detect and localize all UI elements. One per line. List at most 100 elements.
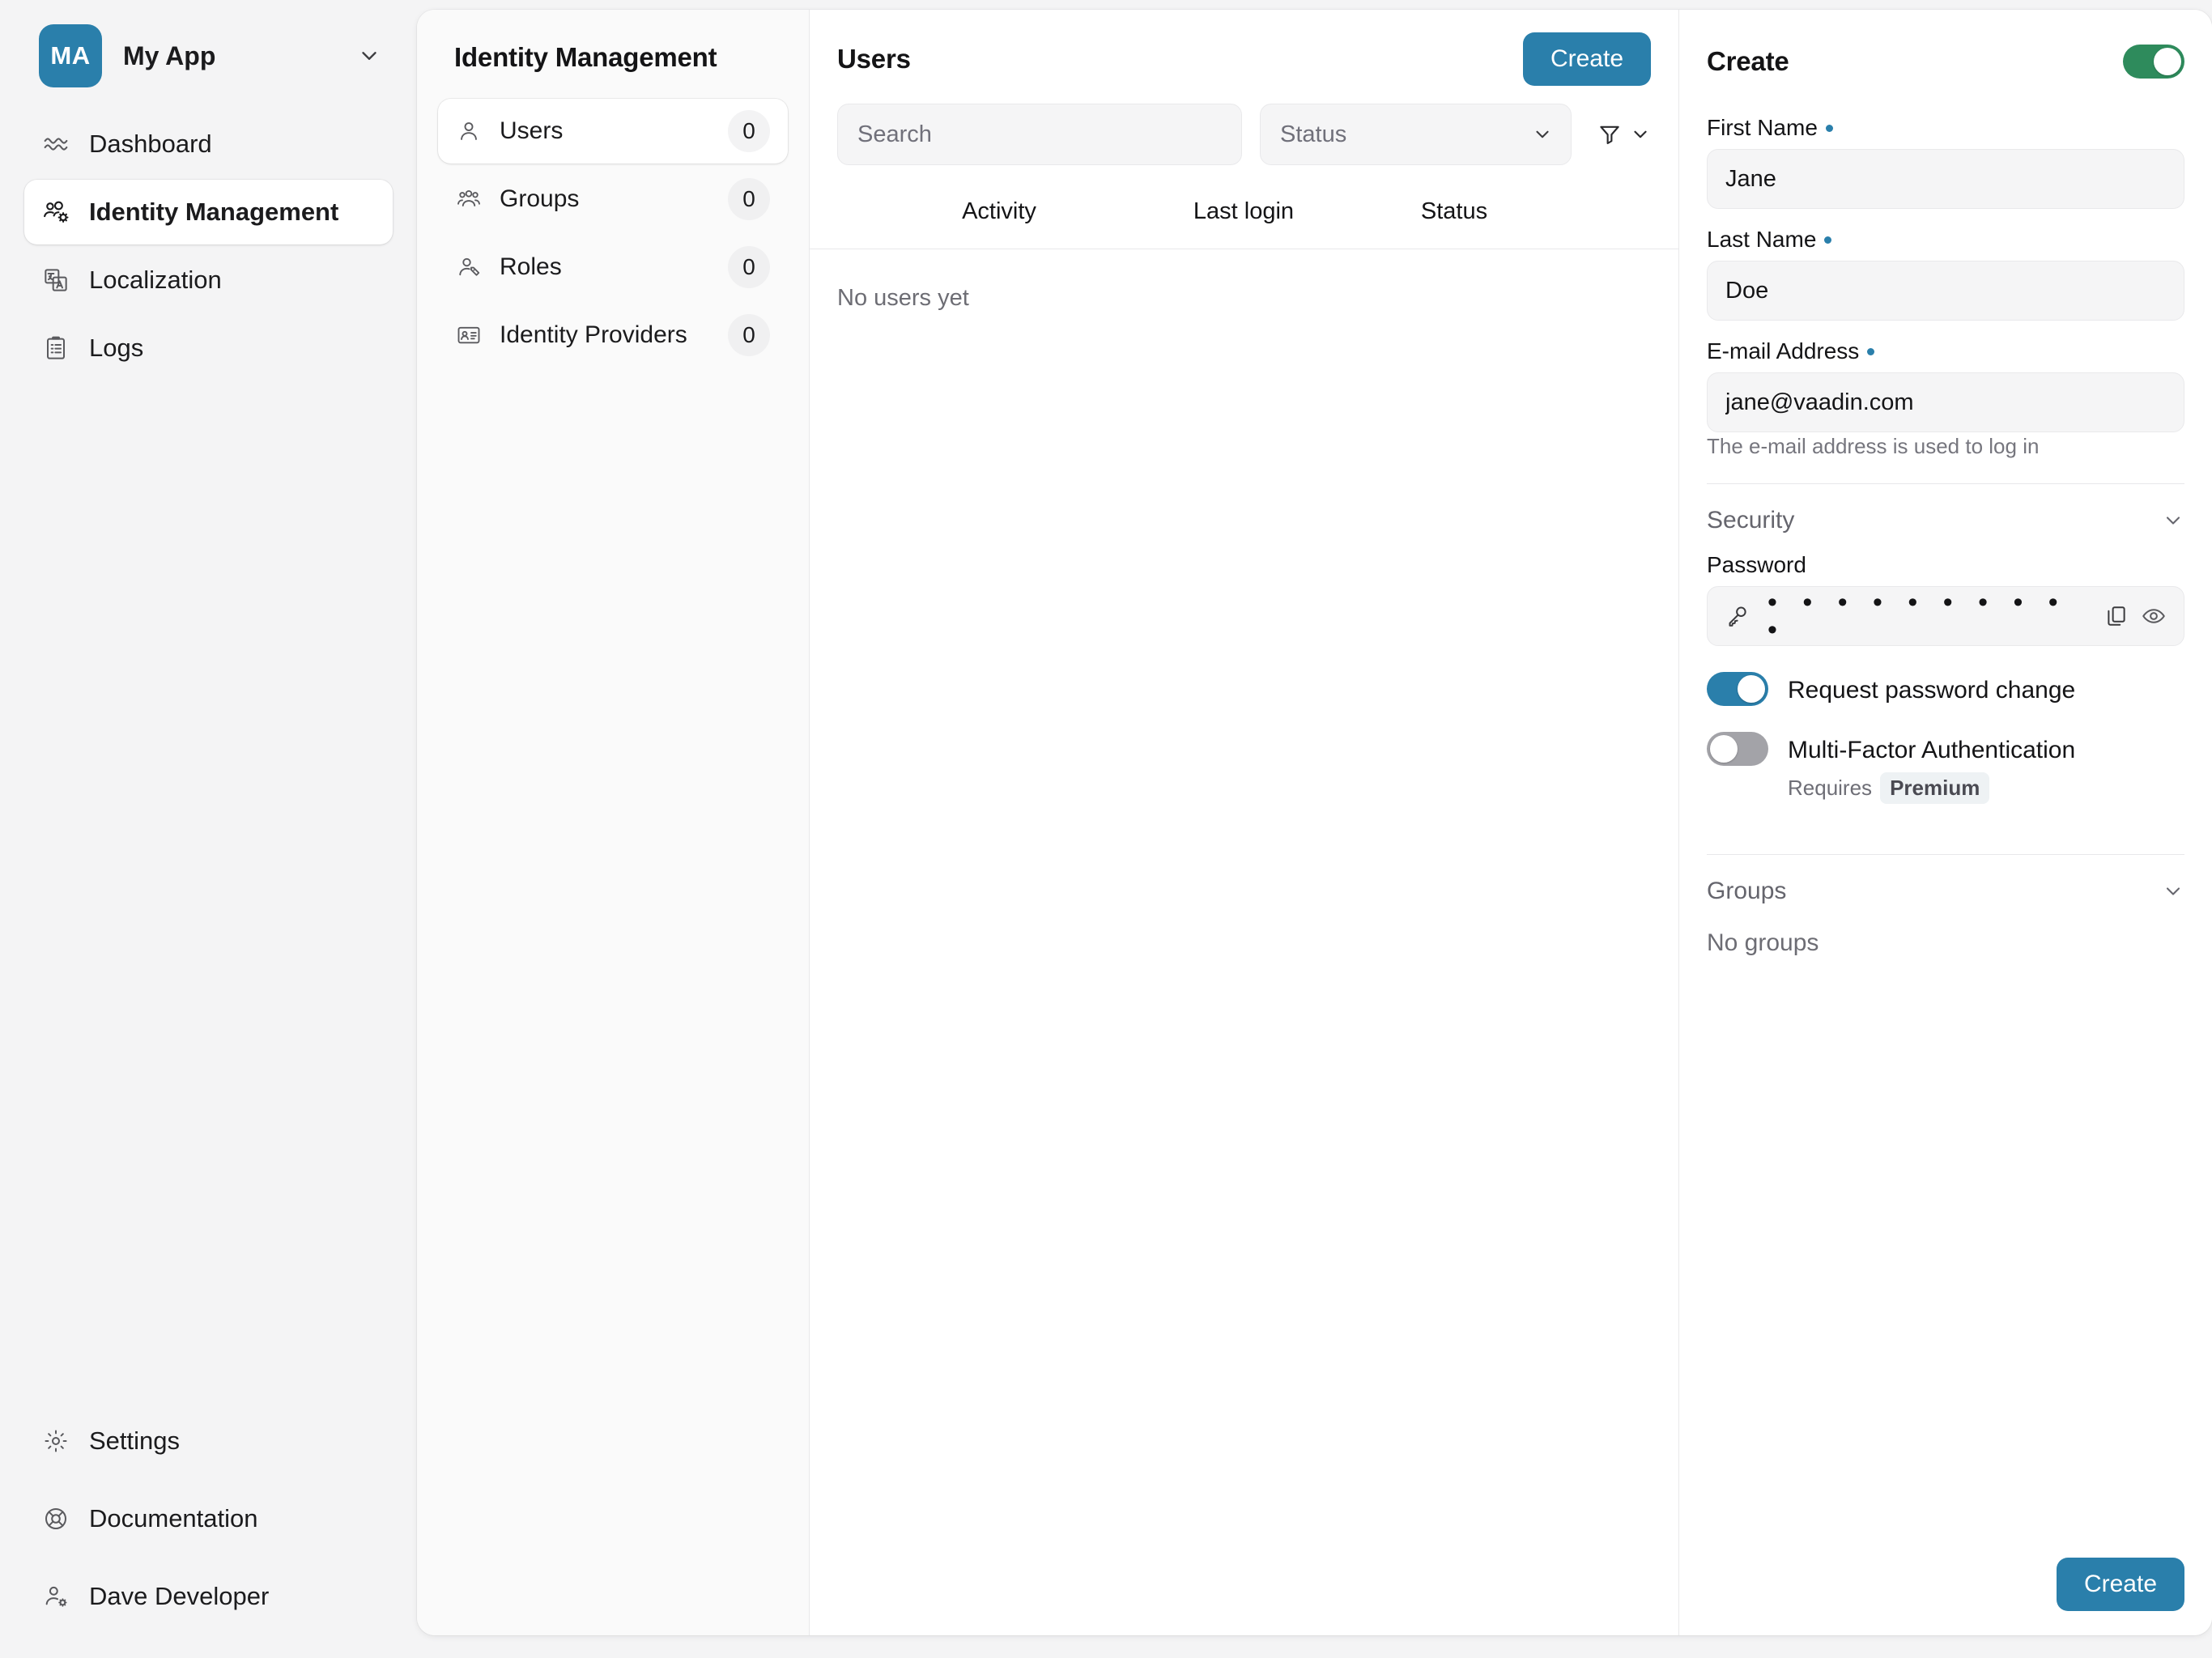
request-password-change-toggle[interactable]: [1707, 672, 1768, 706]
users-table-header: Activity Last login Status: [810, 175, 1678, 249]
form-divider: [1707, 483, 2184, 484]
user-enabled-toggle[interactable]: [2123, 45, 2184, 79]
users-panel: Users Create Status: [810, 10, 1679, 1635]
create-user-button[interactable]: Create: [1522, 32, 1651, 86]
chevron-down-icon: [2162, 880, 2184, 903]
sidebar-item-label: Documentation: [89, 1504, 258, 1533]
chevron-down-icon: [1532, 124, 1553, 145]
sidebar-item-dashboard[interactable]: Dashboard: [24, 112, 393, 176]
im-item-count: 0: [728, 110, 770, 152]
im-item-count: 0: [728, 246, 770, 288]
users-icon: [456, 186, 482, 212]
page-title: Users: [837, 44, 911, 74]
identity-management-list: Users 0 Groups 0 Roles 0 Identity Provid…: [438, 99, 788, 368]
sidebar-item-label: Dave Developer: [89, 1582, 270, 1610]
request-password-change-row: Request password change: [1707, 672, 2184, 706]
mfa-toggle[interactable]: [1707, 732, 1768, 766]
im-item-groups[interactable]: Groups 0: [438, 167, 788, 232]
chart-line-icon: [42, 130, 70, 158]
eye-icon[interactable]: [2142, 604, 2166, 628]
sidebar-nav: Dashboard Identity Management Localizati…: [24, 112, 393, 380]
im-item-roles[interactable]: Roles 0: [438, 235, 788, 300]
sidebar-item-user-profile[interactable]: Dave Developer: [24, 1564, 393, 1629]
sidebar-item-identity-management[interactable]: Identity Management: [24, 180, 393, 244]
gear-icon: [42, 1427, 70, 1455]
funnel-icon: [1597, 122, 1622, 147]
im-item-count: 0: [728, 314, 770, 356]
sidebar-item-label: Dashboard: [89, 130, 212, 158]
im-item-label: Roles: [500, 253, 562, 280]
im-item-label: Users: [500, 117, 564, 144]
chevron-down-icon: [2162, 509, 2184, 532]
status-filter-select[interactable]: Status: [1260, 104, 1572, 165]
detail-panel-title: Create: [1707, 46, 1789, 76]
mfa-requirement: Requires Premium: [1788, 772, 2075, 804]
required-indicator-icon: [1867, 347, 1875, 355]
sidebar-item-label: Localization: [89, 266, 222, 294]
create-user-detail-panel: Create First Name Last Name E-mail Addre…: [1679, 10, 2212, 1635]
copy-icon[interactable]: [2104, 604, 2129, 628]
search-input[interactable]: [837, 104, 1242, 165]
email-helper-text: The e-mail address is used to log in: [1707, 434, 2040, 458]
primary-sidebar: MA My App Dashboard Identity Management …: [0, 0, 417, 1658]
im-item-users[interactable]: Users 0: [438, 99, 788, 164]
key-icon: [1725, 604, 1750, 628]
sidebar-item-label: Identity Management: [89, 198, 339, 226]
sidebar-item-label: Settings: [89, 1426, 181, 1455]
status-filter-label: Status: [1280, 121, 1347, 147]
brand-name: My App: [123, 40, 216, 70]
brand-avatar: MA: [39, 24, 102, 87]
premium-badge: Premium: [1880, 772, 1990, 804]
first-name-label: First Name: [1707, 115, 2184, 141]
required-indicator-icon: [1824, 236, 1832, 244]
chevron-down-icon: [357, 44, 388, 68]
lifebuoy-icon: [42, 1505, 70, 1533]
column-header-activity: Activity: [962, 198, 1036, 224]
mfa-label: Multi-Factor Authentication: [1788, 737, 2076, 763]
im-item-label: Groups: [500, 185, 580, 212]
sidebar-item-localization[interactable]: Localization: [24, 248, 393, 312]
user-icon: [456, 118, 482, 144]
groups-empty-state: No groups: [1707, 929, 1819, 956]
detail-panel-header: Create: [1707, 32, 2184, 91]
email-input[interactable]: [1707, 372, 2184, 432]
email-label: E-mail Address: [1707, 338, 2184, 364]
last-name-input[interactable]: [1707, 261, 2184, 321]
users-gear-icon: [42, 198, 70, 226]
last-name-label: Last Name: [1707, 227, 2184, 253]
user-gear-icon: [42, 1583, 70, 1610]
groups-section-header[interactable]: Groups: [1707, 878, 2184, 905]
sidebar-item-logs[interactable]: Logs: [24, 316, 393, 380]
required-indicator-icon: [1825, 124, 1833, 132]
app-root: MA My App Dashboard Identity Management …: [0, 0, 2212, 1658]
sidebar-item-documentation[interactable]: Documentation: [24, 1486, 393, 1551]
sidebar-footer-nav: Settings Documentation Dave Developer: [24, 1409, 393, 1634]
password-field[interactable]: • • • • • • • • • •: [1707, 586, 2184, 646]
request-password-change-label: Request password change: [1788, 677, 2076, 704]
im-item-identity-providers[interactable]: Identity Providers 0: [438, 303, 788, 368]
security-section-label: Security: [1707, 507, 1795, 534]
translate-icon: [42, 266, 70, 294]
users-panel-header: Users Create Status: [810, 10, 1678, 165]
users-filter-bar: Status: [837, 104, 1651, 165]
column-header-status: Status: [1420, 198, 1488, 224]
column-header-last-login: Last login: [1193, 198, 1295, 224]
chevron-down-icon: [1630, 124, 1651, 145]
users-empty-state: No users yet: [837, 285, 969, 311]
identity-management-nav: Identity Management Users 0 Groups 0 Rol…: [417, 10, 810, 1635]
groups-divider: [1707, 853, 2184, 855]
clipboard-list-icon: [42, 334, 70, 362]
detail-panel-footer: Create: [2056, 1558, 2184, 1611]
security-section-header[interactable]: Security: [1707, 507, 2184, 534]
first-name-input[interactable]: [1707, 149, 2184, 209]
mfa-requires-prefix: Requires: [1788, 775, 1873, 800]
main-content-card: Identity Management Users 0 Groups 0 Rol…: [417, 10, 2212, 1635]
submit-create-button[interactable]: Create: [2056, 1558, 2184, 1611]
mfa-row: Multi-Factor Authentication Requires Pre…: [1707, 732, 2184, 804]
brand-switcher[interactable]: MA My App: [24, 21, 393, 91]
im-item-count: 0: [728, 178, 770, 220]
sidebar-item-settings[interactable]: Settings: [24, 1409, 393, 1473]
advanced-filter-button[interactable]: [1597, 122, 1651, 147]
groups-section-label: Groups: [1707, 877, 1787, 904]
